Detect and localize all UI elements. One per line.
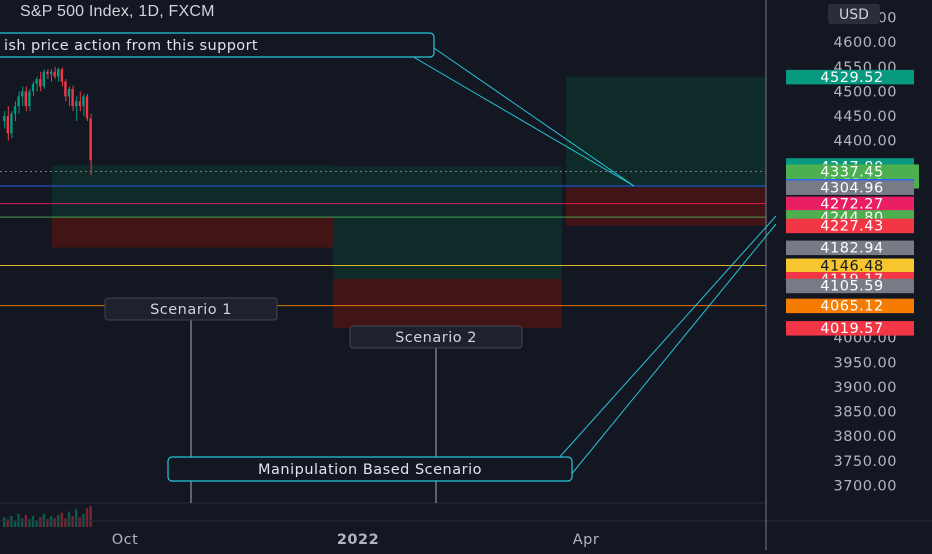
price-tag-4019.57[interactable]: 4019.57 — [786, 321, 914, 337]
chart-title: S&P 500 Index, 1D, FXCM — [20, 3, 215, 20]
price-tag-4304.96[interactable]: 4304.96 — [786, 180, 914, 196]
volume-bar — [60, 512, 63, 527]
price-tag-4529.52[interactable]: 4529.52 — [786, 69, 914, 86]
price-axis-label: 4400.00 — [834, 134, 897, 150]
candle-body — [67, 88, 71, 97]
volume-bar — [46, 519, 49, 527]
volume-bar — [53, 518, 56, 527]
price-axis-label: 4600.00 — [834, 35, 897, 51]
candle-body — [21, 91, 24, 97]
candle-body — [78, 101, 81, 107]
scenario-1-position-profit-zone[interactable] — [52, 165, 333, 218]
price-tag-4105.59[interactable]: 4105.59 — [786, 278, 914, 295]
currency-badge-label: USD — [839, 7, 869, 23]
candle-body — [42, 71, 45, 87]
price-tag-label: 4065.12 — [820, 299, 883, 315]
candle-body — [17, 96, 20, 107]
candle-body — [64, 81, 67, 97]
price-tag-label: 4019.57 — [820, 321, 883, 337]
time-axis-label: Oct — [112, 532, 139, 548]
support-callout-text: ish price action from this support — [4, 38, 258, 54]
candle-body — [3, 116, 6, 121]
price-axis-label: 4500.00 — [834, 84, 897, 100]
price-tag-4227.43[interactable]: 4227.43 — [786, 218, 914, 235]
volume-bar — [78, 517, 81, 527]
time-axis-label: 2022 — [337, 532, 379, 548]
volume-bar — [21, 518, 24, 527]
volume-bar — [89, 506, 92, 527]
scenario-2-position-profit-zone[interactable] — [333, 166, 562, 280]
volume-bar — [39, 517, 42, 527]
scenario-1-position-stop-zone[interactable] — [52, 217, 333, 248]
volume-bar — [67, 511, 71, 527]
volume-bar — [64, 518, 67, 527]
candle-body — [46, 71, 49, 75]
manipulation-callout-text: Manipulation Based Scenario — [258, 462, 482, 478]
time-axis-label: Apr — [573, 532, 600, 548]
candle-body — [35, 79, 38, 85]
volume-bar — [85, 508, 89, 527]
scenario-2-label: Scenario 2 — [395, 330, 477, 346]
candle-body — [82, 96, 85, 107]
price-tag-label: 4227.43 — [820, 219, 883, 235]
candle-body — [13, 106, 17, 114]
price-axis-label: 3950.00 — [834, 355, 897, 371]
price-tag-label: 4304.96 — [820, 180, 883, 196]
candle-body — [28, 91, 31, 107]
price-chart[interactable]: ish price action from this support Scena… — [0, 0, 932, 550]
volume-bar — [28, 519, 31, 527]
candle-body — [10, 113, 13, 134]
candle-body — [39, 79, 42, 87]
volume-bar — [75, 509, 78, 527]
price-tag-label: 4529.52 — [820, 70, 883, 86]
candle-body — [89, 118, 92, 161]
candle-body — [31, 84, 35, 92]
volume-bar — [42, 513, 45, 527]
volume-bar — [17, 513, 20, 527]
price-tag-4065.12[interactable]: 4065.12 — [786, 298, 914, 315]
candle-body — [57, 69, 60, 77]
price-axis-label: 3900.00 — [834, 380, 897, 396]
candle-body — [6, 116, 9, 134]
candle-body — [49, 71, 53, 75]
candle-body — [75, 101, 78, 107]
candle-body — [24, 91, 27, 107]
scenario-1-label: Scenario 1 — [150, 302, 232, 318]
price-tag-label: 4105.59 — [820, 279, 883, 295]
candle-body — [60, 69, 63, 82]
volume-bar — [6, 519, 9, 527]
price-axis-label: 3850.00 — [834, 405, 897, 421]
chart-area[interactable]: ish price action from this support Scena… — [0, 0, 932, 550]
candle-body — [71, 88, 74, 107]
volume-bar — [3, 517, 6, 527]
volume-bar — [82, 513, 85, 527]
price-tag-4182.94[interactable]: 4182.94 — [786, 240, 914, 257]
price-tag-label: 4182.94 — [820, 241, 883, 257]
candle-body — [53, 71, 56, 77]
manipulation-position-profit-zone[interactable] — [566, 76, 766, 188]
manipulation-position-stop-zone[interactable] — [566, 187, 766, 226]
candle-body — [85, 96, 89, 119]
scenario-2-position-stop-zone[interactable] — [333, 279, 562, 329]
price-axis-label: 3750.00 — [834, 454, 897, 470]
price-axis-label: 4450.00 — [834, 109, 897, 125]
price-axis-label: 3800.00 — [834, 429, 897, 445]
price-axis-label: 3700.00 — [834, 479, 897, 495]
